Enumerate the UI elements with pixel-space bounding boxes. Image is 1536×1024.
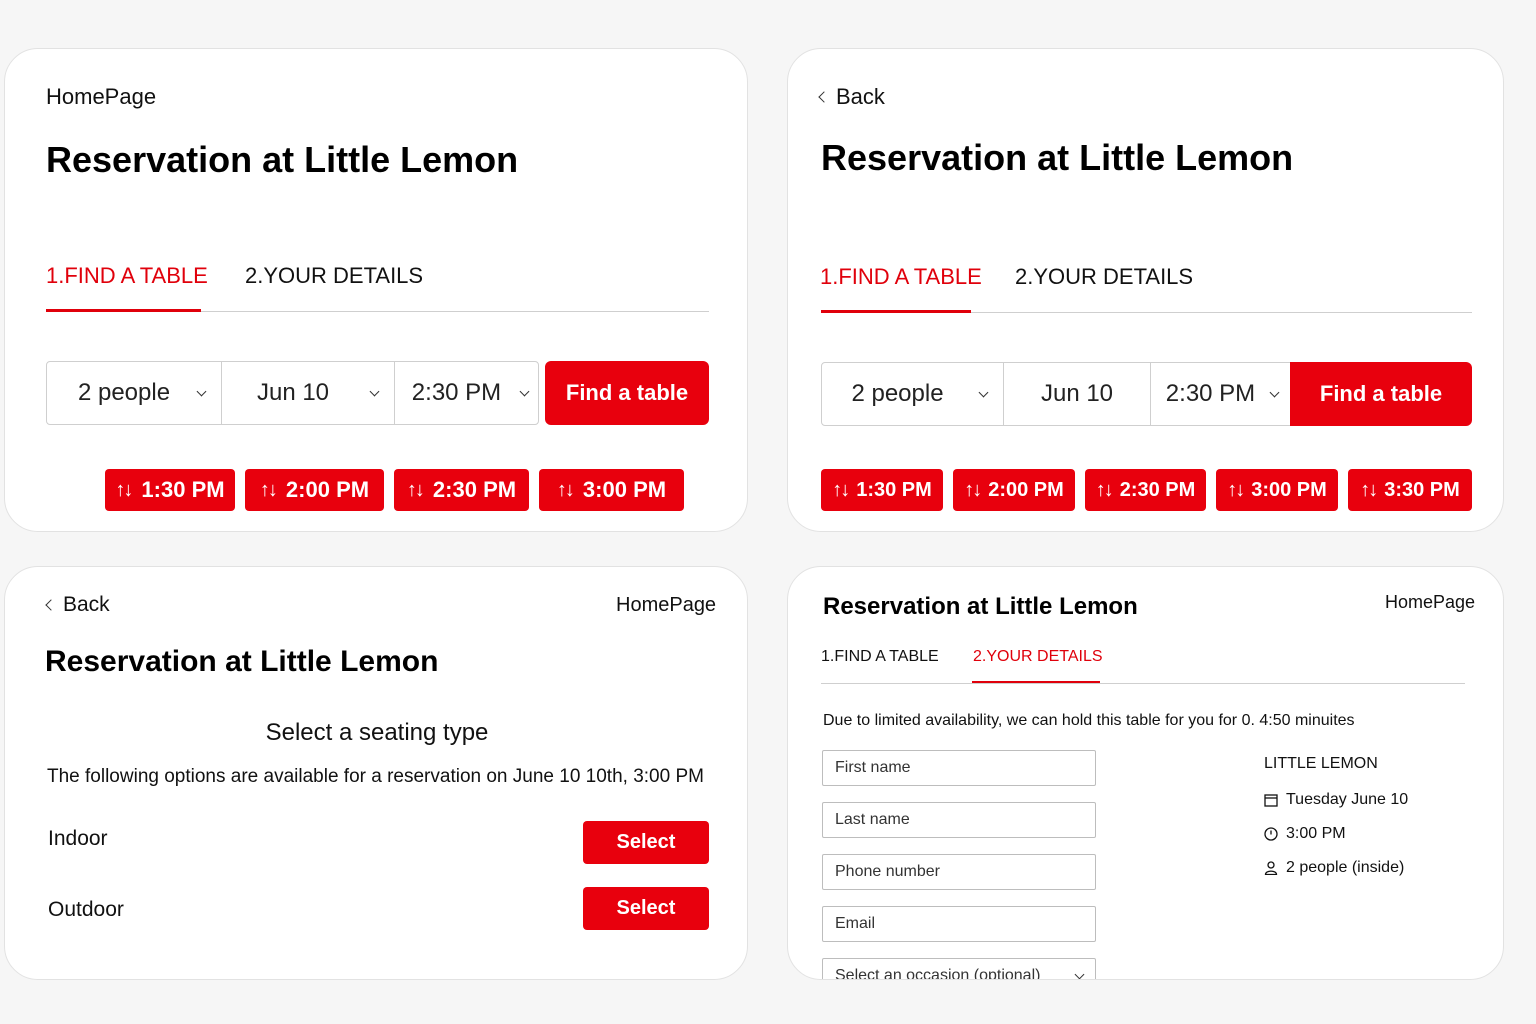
find-table-card-1: HomePage Reservation at Little Lemon 1.F… xyxy=(4,48,748,532)
select-outdoor-button[interactable]: Select xyxy=(583,887,709,930)
find-table-button[interactable]: Find a table xyxy=(1290,362,1472,426)
restaurant-name: LITTLE LEMON xyxy=(1264,755,1378,772)
date-select[interactable]: Jun 10 xyxy=(1003,362,1151,426)
tab-find-table[interactable]: 1.FIND A TABLE xyxy=(820,264,982,290)
time-slot-label: 3:00 PM xyxy=(1251,478,1327,501)
option-label-outdoor: Outdoor xyxy=(48,898,124,921)
email-field[interactable] xyxy=(822,906,1096,942)
select-indoor-button[interactable]: Select xyxy=(583,821,709,864)
page-title: Reservation at Little Lemon xyxy=(821,137,1294,178)
date-select[interactable]: Jun 10 xyxy=(221,361,395,425)
people-select[interactable]: 2 people xyxy=(821,362,1004,426)
sort-icon: ↑↓ xyxy=(832,478,850,501)
time-slot-button[interactable]: ↑↓ 2:00 PM xyxy=(953,469,1075,511)
active-tab-underline xyxy=(821,310,971,313)
summary-time-label: 3:00 PM xyxy=(1286,825,1346,842)
hold-notice: Due to limited availability, we can hold… xyxy=(823,712,1355,729)
people-value: 2 people xyxy=(851,380,944,407)
chevron-left-icon xyxy=(45,599,57,611)
sort-icon: ↑↓ xyxy=(556,478,575,501)
time-select[interactable]: 2:30 PM xyxy=(1150,362,1291,426)
summary-party-label: 2 people (inside) xyxy=(1286,859,1405,876)
tab-your-details[interactable]: 2.YOUR DETAILS xyxy=(1015,264,1193,290)
tab-divider xyxy=(821,683,1465,684)
time-slot-button[interactable]: ↑↓ 2:00 PM xyxy=(245,469,384,511)
time-slot-button[interactable]: ↑↓ 2:30 PM xyxy=(394,469,529,511)
time-select[interactable]: 2:30 PM xyxy=(394,361,539,425)
sort-icon: ↑↓ xyxy=(1227,478,1245,501)
sort-icon: ↑↓ xyxy=(1360,478,1378,501)
tab-find-table[interactable]: 1.FIND A TABLE xyxy=(46,263,208,289)
chevron-down-icon xyxy=(1074,969,1085,979)
summary-date: Tuesday June 10 xyxy=(1264,791,1408,809)
date-value: Jun 10 xyxy=(256,379,330,406)
time-slot-button[interactable]: ↑↓ 2:30 PM xyxy=(1085,469,1206,511)
sort-icon: ↑↓ xyxy=(406,478,425,501)
first-name-field[interactable] xyxy=(822,750,1096,786)
time-slot-label: 3:00 PM xyxy=(582,477,667,502)
seating-type-card: Back HomePage Reservation at Little Lemo… xyxy=(4,566,748,980)
time-value: 2:30 PM xyxy=(1165,380,1256,407)
time-slot-label: 1:30 PM xyxy=(856,478,932,501)
tab-find-table[interactable]: 1.FIND A TABLE xyxy=(821,648,939,666)
active-tab-underline xyxy=(46,309,201,312)
time-slot-button[interactable]: ↑↓ 3:00 PM xyxy=(1216,469,1338,511)
occasion-select[interactable]: Select an occasion (optional) xyxy=(822,958,1096,980)
time-slot-button[interactable]: ↑↓ 3:00 PM xyxy=(539,469,684,511)
time-slot-button[interactable]: ↑↓ 1:30 PM xyxy=(821,469,943,511)
back-link[interactable]: Back xyxy=(45,593,110,617)
summary-party: 2 people (inside) xyxy=(1264,859,1404,877)
occasion-placeholder: Select an occasion (optional) xyxy=(835,967,1041,980)
page-title: Reservation at Little Lemon xyxy=(823,593,1138,620)
time-value: 2:30 PM xyxy=(411,379,502,406)
time-slot-button[interactable]: ↑↓ 3:30 PM xyxy=(1348,469,1472,511)
back-label: Back xyxy=(836,84,885,109)
your-details-card: Reservation at Little Lemon HomePage 1.F… xyxy=(787,566,1504,980)
seating-heading: Select a seating type xyxy=(265,719,489,746)
clock-icon xyxy=(1264,827,1278,841)
time-slot-label: 2:00 PM xyxy=(285,477,370,502)
sort-icon: ↑↓ xyxy=(964,478,982,501)
time-slot-label: 2:00 PM xyxy=(988,478,1064,501)
page-title: Reservation at Little Lemon xyxy=(45,645,439,678)
homepage-link[interactable]: HomePage xyxy=(616,594,716,617)
people-value: 2 people xyxy=(77,379,171,406)
find-table-card-2: Back Reservation at Little Lemon 1.FIND … xyxy=(787,48,1504,532)
active-tab-underline xyxy=(972,681,1100,683)
time-slot-label: 2:30 PM xyxy=(1119,478,1196,501)
sort-icon: ↑↓ xyxy=(1095,478,1114,501)
time-slot-label: 2:30 PM xyxy=(432,477,517,502)
find-table-button[interactable]: Find a table xyxy=(545,361,709,425)
summary-time: 3:00 PM xyxy=(1264,825,1346,843)
phone-field[interactable] xyxy=(822,854,1096,890)
person-icon xyxy=(1264,861,1278,876)
sort-icon: ↑↓ xyxy=(115,478,133,501)
back-label: Back xyxy=(63,593,110,616)
date-value: Jun 10 xyxy=(1040,380,1114,407)
time-slot-label: 3:30 PM xyxy=(1384,478,1460,501)
homepage-link[interactable]: HomePage xyxy=(1385,592,1475,613)
last-name-field[interactable] xyxy=(822,802,1096,838)
tab-your-details[interactable]: 2.YOUR DETAILS xyxy=(245,263,423,289)
back-link[interactable]: Back xyxy=(818,84,885,110)
option-label-indoor: Indoor xyxy=(48,827,108,850)
page-title: Reservation at Little Lemon xyxy=(46,139,519,180)
sort-icon: ↑↓ xyxy=(259,478,278,501)
time-slot-label: 1:30 PM xyxy=(141,477,225,502)
tab-your-details[interactable]: 2.YOUR DETAILS xyxy=(973,648,1103,666)
people-select[interactable]: 2 people xyxy=(46,361,222,425)
chevron-left-icon xyxy=(818,91,830,103)
summary-date-label: Tuesday June 10 xyxy=(1286,791,1409,808)
availability-text: The following options are available for … xyxy=(47,766,704,787)
calendar-icon xyxy=(1264,793,1278,807)
homepage-link[interactable]: HomePage xyxy=(46,84,156,110)
time-slot-button[interactable]: ↑↓ 1:30 PM xyxy=(105,469,235,511)
